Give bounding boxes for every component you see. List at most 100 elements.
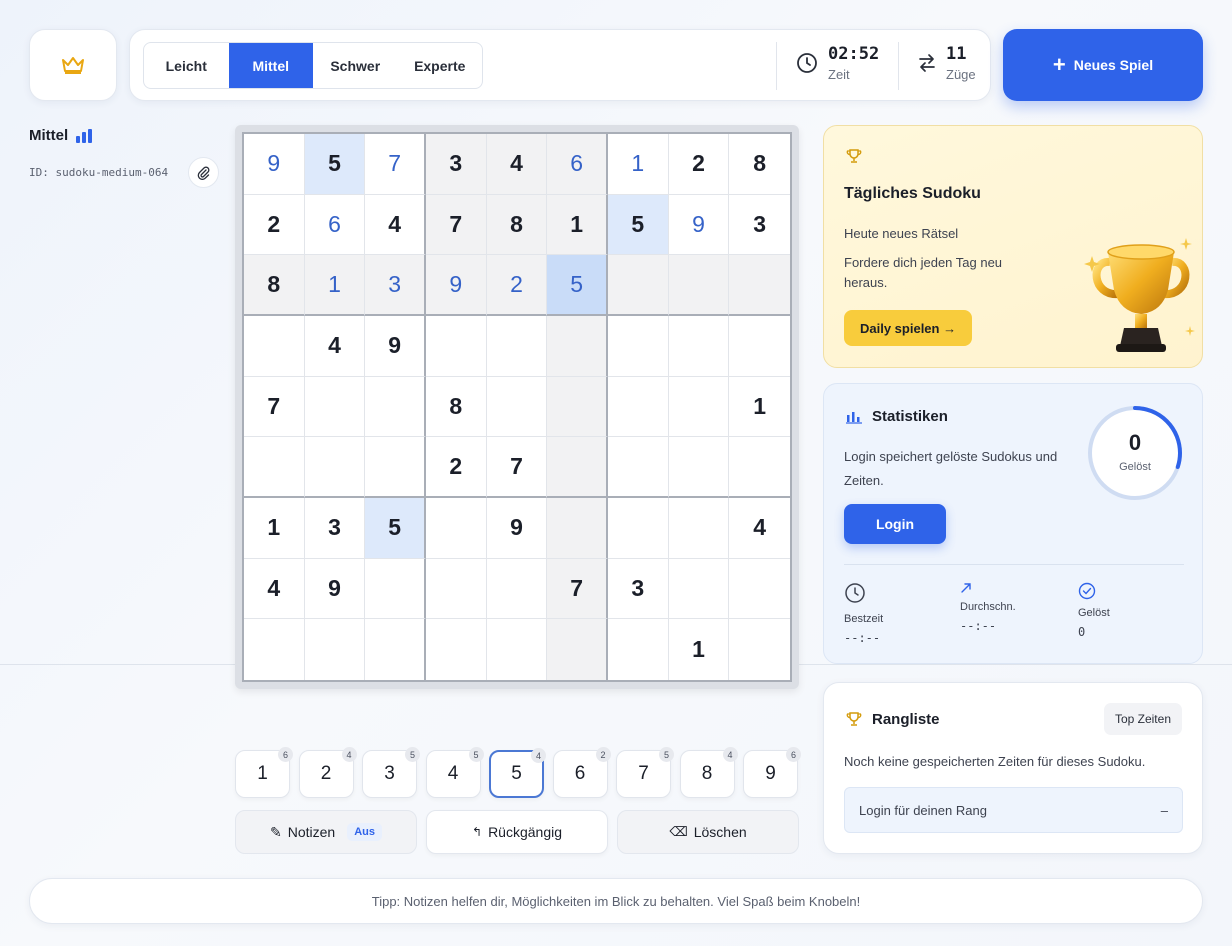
sudoku-cell[interactable]: 7 bbox=[486, 437, 548, 498]
number-button-1[interactable]: 16 bbox=[235, 747, 293, 798]
sudoku-cell[interactable]: 5 bbox=[365, 498, 426, 559]
number-button-4[interactable]: 45 bbox=[425, 747, 484, 798]
sudoku-cell[interactable] bbox=[729, 437, 790, 498]
number-button-6[interactable]: 62 bbox=[552, 747, 611, 798]
sudoku-cell[interactable] bbox=[608, 376, 669, 438]
sudoku-cell[interactable] bbox=[608, 255, 669, 316]
sudoku-cell[interactable] bbox=[668, 376, 730, 438]
delete-button[interactable]: ⌫ Löschen bbox=[617, 810, 799, 854]
sudoku-cell[interactable] bbox=[486, 316, 548, 377]
sudoku-cell[interactable]: 4 bbox=[244, 558, 305, 620]
sudoku-cell[interactable]: 5 bbox=[304, 134, 366, 195]
sudoku-cell[interactable] bbox=[365, 619, 426, 680]
sudoku-cell[interactable]: 4 bbox=[729, 498, 790, 559]
app-logo[interactable] bbox=[29, 29, 117, 101]
sudoku-cell[interactable] bbox=[729, 619, 790, 680]
sudoku-cell[interactable] bbox=[608, 498, 669, 559]
sudoku-cell[interactable]: 7 bbox=[365, 134, 426, 195]
sudoku-cell[interactable]: 2 bbox=[668, 134, 730, 195]
sudoku-cell[interactable] bbox=[426, 316, 487, 377]
sudoku-cell[interactable] bbox=[486, 619, 548, 680]
sudoku-cell[interactable]: 9 bbox=[486, 498, 548, 559]
sudoku-cell[interactable] bbox=[668, 558, 730, 620]
sudoku-cell[interactable]: 7 bbox=[426, 194, 487, 256]
daily-play-button[interactable]: Daily spielen → bbox=[844, 310, 973, 346]
copy-link-button[interactable] bbox=[188, 157, 219, 188]
sudoku-cell[interactable]: 2 bbox=[486, 255, 548, 316]
sudoku-cell[interactable] bbox=[608, 316, 669, 377]
sudoku-cell[interactable] bbox=[304, 437, 366, 498]
difficulty-experte[interactable]: Experte bbox=[398, 43, 483, 88]
sudoku-cell[interactable] bbox=[608, 619, 669, 680]
sudoku-cell[interactable]: 1 bbox=[608, 134, 669, 195]
sudoku-cell[interactable]: 7 bbox=[244, 376, 305, 438]
sudoku-cell[interactable] bbox=[668, 437, 730, 498]
sudoku-cell[interactable]: 2 bbox=[426, 437, 487, 498]
sudoku-cell[interactable] bbox=[547, 498, 608, 559]
sudoku-cell[interactable]: 1 bbox=[547, 194, 608, 256]
sudoku-cell[interactable] bbox=[426, 619, 487, 680]
difficulty-schwer[interactable]: Schwer bbox=[313, 43, 398, 88]
sudoku-cell[interactable] bbox=[426, 498, 487, 559]
sudoku-cell[interactable]: 9 bbox=[244, 134, 305, 195]
sudoku-cell[interactable] bbox=[547, 437, 608, 498]
sudoku-cell[interactable]: 9 bbox=[304, 558, 366, 620]
sudoku-cell[interactable]: 3 bbox=[426, 134, 487, 195]
sudoku-cell[interactable] bbox=[668, 255, 730, 316]
sudoku-cell[interactable]: 3 bbox=[365, 255, 426, 316]
sudoku-cell[interactable]: 4 bbox=[365, 194, 426, 256]
number-button-8[interactable]: 84 bbox=[679, 747, 738, 798]
sudoku-cell[interactable] bbox=[244, 316, 305, 377]
login-button[interactable]: Login bbox=[844, 504, 946, 544]
difficulty-leicht[interactable]: Leicht bbox=[144, 43, 229, 88]
number-button-7[interactable]: 75 bbox=[616, 747, 674, 798]
number-button-3[interactable]: 35 bbox=[362, 747, 420, 798]
sudoku-cell[interactable]: 6 bbox=[547, 134, 608, 195]
sudoku-cell[interactable] bbox=[729, 558, 790, 620]
sudoku-cell[interactable]: 1 bbox=[304, 255, 366, 316]
sudoku-cell[interactable]: 5 bbox=[608, 194, 669, 256]
sudoku-cell[interactable]: 9 bbox=[365, 316, 426, 377]
sudoku-cell[interactable] bbox=[729, 255, 790, 316]
sudoku-cell[interactable]: 1 bbox=[244, 498, 305, 559]
top-times-button[interactable]: Top Zeiten bbox=[1103, 703, 1182, 735]
sudoku-cell[interactable]: 4 bbox=[486, 134, 548, 195]
undo-button[interactable]: ↰ Rückgängig bbox=[426, 810, 608, 854]
sudoku-cell[interactable] bbox=[365, 437, 426, 498]
sudoku-cell[interactable] bbox=[668, 316, 730, 377]
sudoku-cell[interactable] bbox=[729, 316, 790, 377]
sudoku-cell[interactable]: 9 bbox=[426, 255, 487, 316]
sudoku-cell[interactable] bbox=[365, 376, 426, 438]
sudoku-cell[interactable]: 1 bbox=[668, 619, 730, 680]
number-button-2[interactable]: 24 bbox=[298, 747, 357, 798]
sudoku-cell[interactable]: 5 bbox=[547, 255, 608, 316]
difficulty-mittel[interactable]: Mittel bbox=[228, 43, 313, 88]
sudoku-cell[interactable]: 3 bbox=[304, 498, 366, 559]
new-game-button[interactable]: + Neues Spiel bbox=[1003, 29, 1203, 101]
number-button-9[interactable]: 96 bbox=[743, 747, 801, 798]
sudoku-cell[interactable]: 8 bbox=[426, 376, 487, 438]
sudoku-cell[interactable] bbox=[668, 498, 730, 559]
sudoku-cell[interactable]: 6 bbox=[304, 194, 366, 256]
sudoku-cell[interactable]: 3 bbox=[729, 194, 790, 256]
sudoku-cell[interactable] bbox=[608, 437, 669, 498]
notes-toggle-button[interactable]: ✎ Notizen Aus bbox=[235, 810, 417, 854]
sudoku-cell[interactable]: 8 bbox=[729, 134, 790, 195]
sudoku-cell[interactable] bbox=[304, 376, 366, 438]
sudoku-cell[interactable]: 9 bbox=[668, 194, 730, 256]
sudoku-cell[interactable] bbox=[547, 316, 608, 377]
sudoku-cell[interactable] bbox=[486, 376, 548, 438]
sudoku-cell[interactable]: 8 bbox=[486, 194, 548, 256]
sudoku-cell[interactable]: 1 bbox=[729, 376, 790, 438]
login-rank-row[interactable]: Login für deinen Rang – bbox=[844, 787, 1183, 833]
sudoku-cell[interactable]: 7 bbox=[547, 558, 608, 620]
sudoku-cell[interactable]: 3 bbox=[608, 558, 669, 620]
sudoku-cell[interactable] bbox=[486, 558, 548, 620]
sudoku-cell[interactable] bbox=[547, 376, 608, 438]
number-button-5[interactable]: 54 bbox=[489, 748, 546, 798]
sudoku-cell[interactable] bbox=[244, 437, 305, 498]
sudoku-cell[interactable] bbox=[244, 619, 305, 680]
sudoku-cell[interactable]: 8 bbox=[244, 255, 305, 316]
sudoku-cell[interactable]: 2 bbox=[244, 194, 305, 256]
sudoku-cell[interactable]: 4 bbox=[304, 316, 366, 377]
